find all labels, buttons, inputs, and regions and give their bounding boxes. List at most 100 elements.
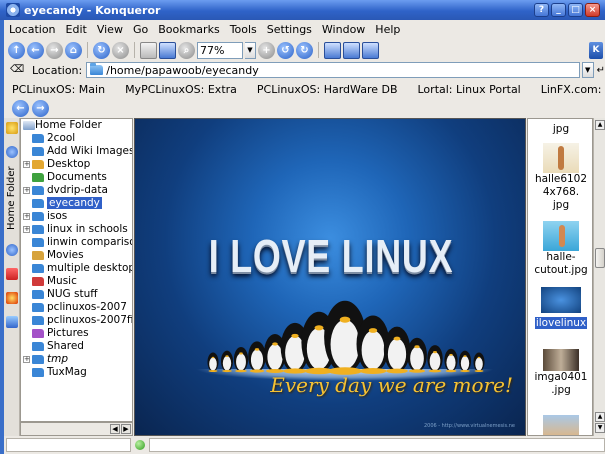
reload-icon[interactable]: ↻ [93, 41, 110, 59]
menu-settings[interactable]: Settings [262, 23, 317, 36]
penguin [407, 337, 427, 373]
previous-image-icon[interactable]: ← [12, 100, 29, 117]
root-folder-icon[interactable] [6, 316, 18, 328]
konqueror-app-icon[interactable] [6, 3, 20, 17]
detailed-view-icon[interactable] [343, 41, 360, 59]
thumbnail-item[interactable] [528, 415, 592, 435]
tree-item[interactable]: Shared [21, 340, 132, 353]
split-view-icon[interactable] [362, 41, 379, 59]
tree-item[interactable]: + tmp [21, 353, 132, 366]
tree-item[interactable]: TuxMag [21, 366, 132, 379]
scroll-up-icon[interactable]: ▲ [595, 412, 605, 422]
print-icon[interactable] [140, 41, 157, 59]
menu-go[interactable]: Go [128, 23, 153, 36]
tree-horizontal-scrollbar[interactable]: ◀ ▶ [20, 422, 133, 436]
image-nav-row: ← → [4, 99, 605, 118]
bookmark-link[interactable]: MyPCLinuxOS: Extra [125, 83, 237, 96]
bookmark-link[interactable]: LinFX.com: Graphics [541, 83, 605, 96]
back-icon[interactable]: ← [27, 41, 44, 59]
stop-icon[interactable]: × [112, 41, 129, 59]
clear-location-icon[interactable]: ⌫ [10, 64, 24, 76]
close-button[interactable]: × [585, 3, 600, 17]
up-icon[interactable]: ↑ [8, 41, 25, 59]
location-label: Location: [32, 63, 83, 77]
zoom-combo[interactable]: 77% [197, 41, 243, 59]
maximize-button[interactable]: □ [568, 3, 583, 17]
rotate-left-icon[interactable]: ↺ [277, 41, 294, 59]
tree-item[interactable]: + dvdrip-data [21, 184, 132, 197]
go-icon[interactable]: ↵ [597, 65, 605, 76]
tree-item[interactable]: + linux in schools [21, 223, 132, 236]
tree-item[interactable]: Pictures [21, 327, 132, 340]
tree-item[interactable]: + Desktop [21, 158, 132, 171]
home-icon[interactable]: ⌂ [65, 41, 82, 59]
bookmark-link[interactable]: PCLinuxOS: HardWare DB [257, 83, 398, 96]
folder-icon [32, 277, 44, 286]
expand-icon[interactable]: + [23, 213, 30, 220]
rotate-right-icon[interactable]: ↻ [296, 41, 313, 59]
menu-location[interactable]: Location [4, 23, 61, 36]
expand-icon[interactable]: + [23, 226, 30, 233]
tree-item[interactable]: Documents [21, 171, 132, 184]
expand-icon[interactable]: + [23, 161, 30, 168]
bookmarks-star-icon[interactable] [6, 122, 18, 134]
thumbnail-item[interactable]: halle- cutout.jpg [528, 221, 592, 277]
expand-icon[interactable]: + [23, 356, 30, 363]
bookmarks-toolbar: PCLinuxOS: Main MyPCLinuxOS: Extra PCLin… [4, 79, 605, 99]
tree-item[interactable]: 2cool [21, 132, 132, 145]
thumbnail-item-selected[interactable]: ilovelinux [528, 287, 592, 330]
menu-window[interactable]: Window [317, 23, 370, 36]
image-viewer[interactable]: I LOVE LINUX Every day we are more! 2006… [134, 118, 526, 436]
tree-item[interactable]: Movies [21, 249, 132, 262]
tree-item[interactable]: Music [21, 275, 132, 288]
scroll-up-icon[interactable]: ▲ [595, 120, 605, 130]
chevron-down-icon[interactable]: ▼ [245, 41, 256, 59]
tree-item[interactable]: pclinuxos-2007fina [21, 314, 132, 327]
network-icon[interactable] [6, 244, 18, 256]
minimize-button[interactable]: _ [551, 3, 566, 17]
scroll-thumb[interactable] [595, 248, 605, 268]
menu-bookmarks[interactable]: Bookmarks [153, 23, 224, 36]
thumbnail-label: halle- [546, 251, 576, 263]
thumbnail-item[interactable]: halle6102 4x768. jpg [528, 143, 592, 212]
tree-root[interactable]: Home Folder [21, 119, 132, 132]
icon-view-icon[interactable] [324, 41, 341, 59]
menu-view[interactable]: View [92, 23, 128, 36]
folder-tree[interactable]: Home Folder 2cool Add Wiki Images + Desktop… [20, 118, 133, 422]
tree-item[interactable]: + isos [21, 210, 132, 223]
chevron-down-icon[interactable]: ▼ [581, 62, 594, 78]
expand-icon[interactable]: + [23, 187, 30, 194]
tree-item[interactable]: NUG stuff [21, 288, 132, 301]
tree-item[interactable]: multiple desktops [21, 262, 132, 275]
history-icon[interactable] [6, 146, 18, 158]
services-icon[interactable] [6, 292, 18, 304]
scroll-down-icon[interactable]: ▼ [595, 423, 605, 433]
tree-item-label: multiple desktops [47, 262, 133, 274]
tree-item[interactable]: pclinuxos-2007 [21, 301, 132, 314]
save-icon[interactable] [159, 41, 176, 59]
tree-item-selected[interactable]: eyecandy [21, 197, 132, 210]
bookmark-link[interactable]: PCLinuxOS: Main [12, 83, 105, 96]
menu-help[interactable]: Help [370, 23, 405, 36]
bookmark-link[interactable]: Lortal: Linux Portal [418, 83, 521, 96]
scroll-left-icon[interactable]: ◀ [110, 424, 120, 434]
forward-icon[interactable]: → [46, 41, 63, 59]
help-button[interactable]: ? [534, 3, 549, 17]
thumbnail-strip[interactable]: jpg halle6102 4x768. jpg halle- cutout.j… [527, 118, 593, 436]
tree-item[interactable]: linwin comparisons [21, 236, 132, 249]
title-bar[interactable]: eyecandy - Konqueror ? _ □ × [0, 0, 605, 20]
scroll-right-icon[interactable]: ▶ [121, 424, 131, 434]
thumbnail-scrollbar[interactable]: ▲ ▲ ▼ [593, 118, 605, 436]
tree-item-label: TuxMag [47, 366, 87, 378]
thumbnail-item[interactable]: jpg [528, 123, 592, 136]
media-icon[interactable] [6, 268, 18, 280]
tree-item[interactable]: Add Wiki Images [21, 145, 132, 158]
menu-edit[interactable]: Edit [61, 23, 92, 36]
next-image-icon[interactable]: → [32, 100, 49, 117]
zoom-in-icon[interactable]: + [258, 41, 275, 59]
zoom-icon[interactable]: ⌕ [178, 41, 195, 59]
location-input[interactable]: /home/papawoob/eyecandy [86, 62, 580, 78]
menu-tools[interactable]: Tools [225, 23, 262, 36]
thumbnail-item[interactable]: imga0401 .jpg [528, 349, 592, 397]
sidebar-tab-home-folder[interactable]: Home Folder [6, 166, 17, 230]
